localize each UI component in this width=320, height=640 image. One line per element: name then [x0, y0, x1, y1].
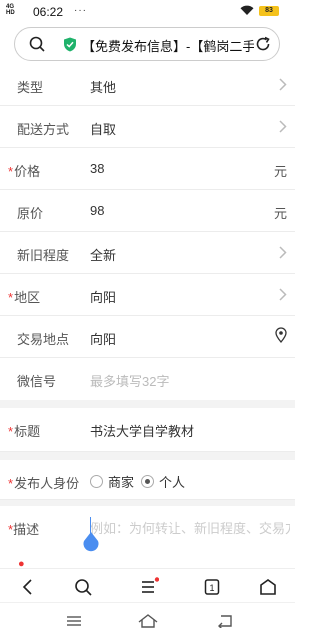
- radio-circle[interactable]: [90, 475, 103, 488]
- condition-value: 全新: [90, 248, 117, 263]
- publish-form: 类型 其他 配送方式 自取 *价格 38 元 原价 98 元 新旧程度 全新 *…: [0, 64, 295, 564]
- delivery-value: 自取: [90, 122, 117, 137]
- description-label-text: 描述: [13, 522, 40, 537]
- region-label-text: 地区: [14, 290, 41, 305]
- type-label: 类型: [17, 80, 44, 95]
- original-price-row[interactable]: 原价 98 元: [0, 190, 295, 232]
- map-pin-icon[interactable]: [275, 327, 287, 346]
- back-nav-icon[interactable]: [217, 614, 233, 633]
- status-bar: 4G HD 06:22 ··· 83: [0, 0, 295, 22]
- price-row[interactable]: *价格 38 元: [0, 148, 295, 190]
- type-row[interactable]: 类型 其他: [0, 64, 295, 106]
- radio-label: 个人: [159, 475, 186, 490]
- description-row[interactable]: *描述 例如：为何转让、新旧程度、交易方式: [0, 506, 295, 564]
- location-input[interactable]: 向阳: [90, 329, 116, 348]
- chevron-right-icon: [279, 78, 287, 94]
- network-indicator: 4G HD: [6, 4, 15, 16]
- text-cursor: [90, 517, 91, 533]
- tabs-icon[interactable]: 1: [202, 577, 222, 597]
- price-unit: 元: [273, 164, 287, 179]
- title-input[interactable]: 书法大学自学教材: [90, 421, 194, 440]
- radio-circle-selected[interactable]: [141, 475, 154, 488]
- price-input[interactable]: 38: [90, 161, 104, 176]
- identity-label: *发布人身份: [8, 473, 79, 492]
- condition-label: 新旧程度: [17, 248, 70, 263]
- chevron-right-icon: [279, 288, 287, 304]
- wechat-input[interactable]: 最多填写32字: [90, 371, 169, 390]
- type-value: 其他: [90, 80, 117, 95]
- chevron-right-icon: [279, 246, 287, 262]
- identity-radio-merchant[interactable]: 商家: [90, 472, 134, 491]
- description-label: *描述: [8, 519, 39, 538]
- original-price-input[interactable]: 98: [90, 203, 104, 218]
- price-label-text: 价格: [14, 164, 41, 179]
- back-icon[interactable]: [18, 577, 38, 597]
- notification-dots: ···: [74, 5, 87, 16]
- required-mark: *: [8, 424, 14, 439]
- svg-text:1: 1: [209, 583, 214, 593]
- section-divider: [0, 452, 295, 460]
- home-nav-icon[interactable]: [138, 614, 158, 633]
- identity-label-text: 发布人身份: [14, 476, 80, 491]
- delivery-row[interactable]: 配送方式 自取: [0, 106, 295, 148]
- region-value: 向阳: [90, 290, 117, 305]
- recent-apps-icon[interactable]: [66, 614, 82, 633]
- required-mark: *: [8, 290, 14, 305]
- menu-icon[interactable]: [139, 577, 160, 597]
- region-row[interactable]: *地区 向阳: [0, 274, 295, 316]
- search-icon[interactable]: [73, 577, 93, 597]
- location-row[interactable]: 交易地点 向阳: [0, 316, 295, 358]
- network-sub: HD: [6, 10, 15, 16]
- clock: 06:22: [33, 5, 64, 19]
- reload-icon[interactable]: [255, 36, 271, 57]
- secure-shield-icon: [63, 37, 77, 57]
- wechat-row[interactable]: 微信号 最多填写32字: [0, 358, 295, 400]
- price-label: *价格: [8, 161, 40, 180]
- delivery-label: 配送方式: [17, 122, 70, 137]
- browser-toolbar: 1: [0, 568, 295, 602]
- home-icon[interactable]: [258, 577, 278, 597]
- url-text[interactable]: 【免费发布信息】-【鹤岗二手: [82, 36, 254, 55]
- original-price-unit: 元: [273, 206, 287, 221]
- original-price-label: 原价: [17, 206, 44, 221]
- cursor-handle-icon[interactable]: [82, 532, 100, 552]
- description-textarea[interactable]: 例如：为何转让、新旧程度、交易方式: [90, 518, 290, 537]
- battery-indicator: 83: [259, 6, 279, 16]
- identity-radio-individual[interactable]: 个人: [141, 472, 185, 491]
- location-label: 交易地点: [17, 332, 70, 347]
- identity-row: *发布人身份 商家 个人: [0, 460, 295, 500]
- wechat-label: 微信号: [17, 374, 57, 389]
- required-mark: *: [8, 476, 14, 491]
- required-mark: *: [8, 164, 14, 179]
- wifi-icon: [240, 5, 254, 19]
- condition-row[interactable]: 新旧程度 全新: [0, 232, 295, 274]
- chevron-right-icon: [279, 120, 287, 136]
- region-label: *地区: [8, 287, 40, 306]
- address-bar[interactable]: 【免费发布信息】-【鹤岗二手: [14, 27, 280, 61]
- radio-label: 商家: [108, 475, 135, 490]
- title-row[interactable]: *标题 书法大学自学教材: [0, 408, 295, 452]
- section-divider: [0, 400, 295, 408]
- title-label-text: 标题: [14, 424, 41, 439]
- system-nav-bar: [0, 602, 295, 640]
- search-icon[interactable]: [29, 36, 45, 57]
- title-label: *标题: [8, 421, 40, 440]
